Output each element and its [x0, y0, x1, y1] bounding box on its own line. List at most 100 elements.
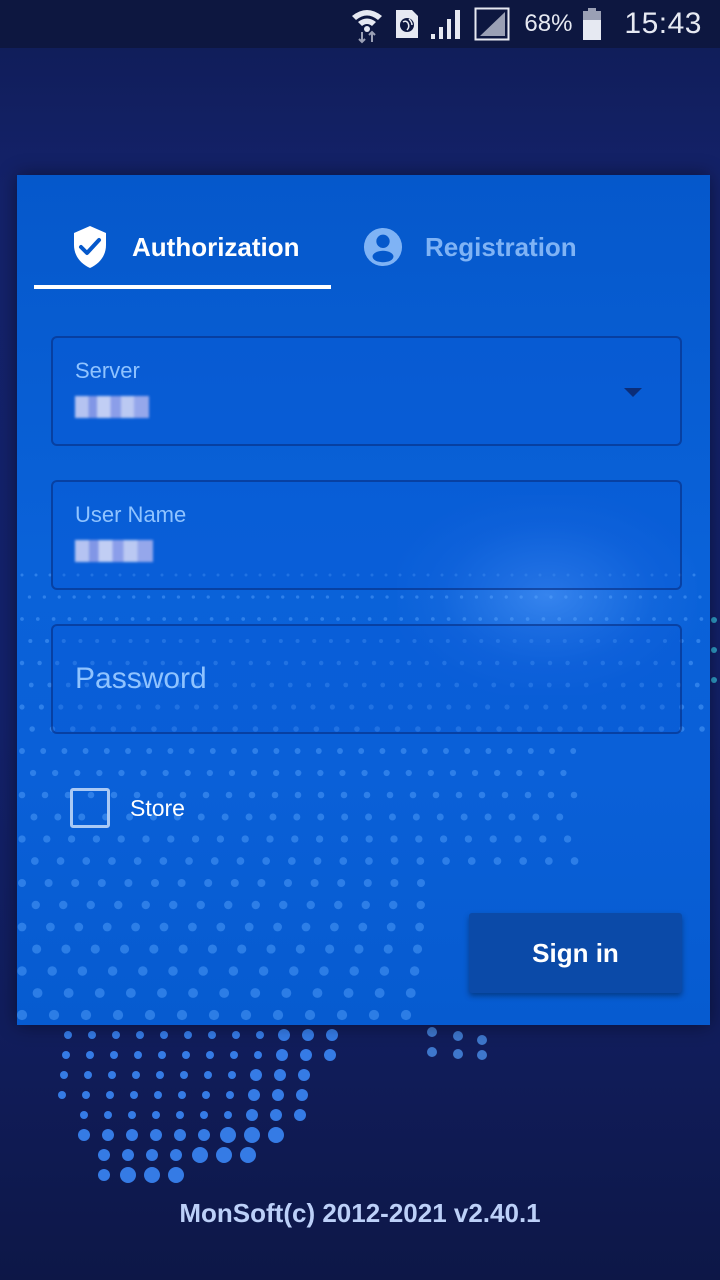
map-dot — [198, 966, 208, 976]
map-dot — [293, 813, 301, 821]
map-dot — [294, 791, 302, 799]
password-field[interactable] — [51, 624, 682, 734]
map-dot — [17, 922, 27, 932]
map-dot — [415, 595, 419, 599]
map-dot — [158, 1051, 166, 1059]
map-dot — [252, 748, 259, 754]
map-dot — [365, 813, 373, 821]
map-dot — [379, 966, 390, 976]
store-checkbox-row[interactable]: Store — [70, 788, 185, 828]
password-input[interactable] — [75, 662, 655, 696]
clock: 15:43 — [624, 7, 702, 40]
map-dot — [453, 1049, 463, 1059]
map-dot — [128, 1111, 136, 1119]
map-dot — [159, 922, 169, 932]
map-dot — [336, 1009, 348, 1021]
map-dot — [385, 595, 389, 599]
map-dot — [20, 573, 24, 577]
map-dot — [508, 813, 516, 821]
map-dot — [104, 1111, 112, 1119]
map-dot — [354, 944, 364, 954]
map-dot — [324, 1049, 336, 1061]
map-dot — [61, 748, 68, 754]
map-dot — [514, 835, 522, 843]
map-dot — [146, 748, 153, 754]
tab-registration[interactable]: Registration — [331, 205, 631, 289]
map-dot — [157, 988, 167, 998]
map-dot — [251, 900, 260, 910]
map-dot — [494, 769, 501, 777]
map-dot — [269, 813, 277, 821]
map-dot — [579, 595, 583, 599]
dropdown-arrow-icon[interactable] — [624, 388, 642, 397]
shield-check-icon — [70, 226, 110, 268]
map-dot — [132, 1071, 140, 1079]
map-dot — [698, 704, 704, 710]
map-dot — [108, 857, 116, 865]
map-dot — [688, 660, 694, 666]
map-dot — [124, 878, 133, 888]
map-dot — [77, 966, 88, 976]
map-dot — [82, 1091, 90, 1099]
map-dot — [636, 617, 641, 621]
map-dot — [72, 595, 76, 599]
map-dot — [176, 1009, 188, 1021]
map-dot — [28, 682, 34, 688]
map-dot — [326, 1029, 338, 1041]
map-dot — [206, 769, 213, 777]
map-dot — [399, 617, 404, 621]
map-dot — [226, 1091, 234, 1099]
tab-bar: Authorization Registration — [34, 205, 694, 289]
map-dot — [86, 900, 95, 910]
map-dot — [317, 813, 325, 821]
map-dot — [390, 835, 398, 843]
map-dot — [198, 1129, 210, 1141]
map-dot — [82, 748, 89, 754]
map-dot — [196, 900, 205, 910]
username-field[interactable]: User Name — [51, 480, 682, 590]
map-dot — [57, 595, 61, 599]
sign-in-button[interactable]: Sign in — [469, 913, 682, 993]
map-dot — [202, 791, 210, 799]
map-dot — [312, 988, 323, 998]
map-dot — [92, 835, 101, 843]
map-dot — [178, 617, 182, 621]
map-dot — [256, 1031, 264, 1039]
map-dot — [102, 1129, 114, 1141]
map-dot — [464, 748, 471, 754]
map-dot — [202, 1091, 210, 1099]
account-circle-icon — [363, 227, 403, 267]
map-dot — [416, 878, 426, 888]
map-dot — [340, 595, 345, 599]
map-dot — [302, 1029, 314, 1041]
map-dot — [334, 900, 343, 910]
map-dot — [209, 617, 214, 621]
store-checkbox[interactable] — [70, 788, 110, 828]
map-dot — [18, 835, 26, 843]
map-dot — [343, 988, 354, 998]
map-dot — [652, 617, 656, 621]
map-dot — [409, 966, 420, 976]
map-dot — [620, 617, 625, 621]
map-dot — [272, 1009, 284, 1021]
map-dot — [188, 922, 197, 932]
map-dot — [294, 748, 301, 754]
map-dot — [228, 769, 236, 777]
map-dot — [400, 1009, 412, 1021]
map-dot — [60, 1071, 68, 1079]
map-dot — [477, 1035, 487, 1045]
map-dot — [608, 595, 613, 599]
map-dot — [711, 617, 717, 623]
tab-authorization[interactable]: Authorization — [34, 205, 331, 289]
map-dot — [383, 617, 388, 621]
map-dot — [191, 835, 200, 843]
map-dot — [337, 748, 343, 754]
login-card: Authorization Registration Server User N… — [17, 175, 710, 1025]
sim-globe-icon — [394, 8, 420, 40]
map-dot — [152, 1111, 160, 1119]
map-dot — [207, 944, 218, 954]
server-select[interactable]: Server — [51, 336, 682, 446]
map-dot — [74, 922, 84, 932]
map-dot — [162, 769, 169, 777]
map-dot — [493, 857, 502, 865]
